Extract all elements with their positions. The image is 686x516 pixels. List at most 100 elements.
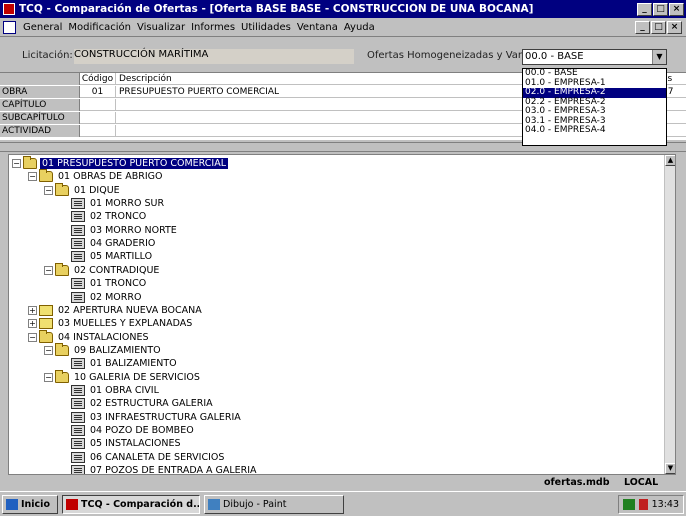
expand-icon[interactable]: + <box>28 305 37 315</box>
doc-minimize-button[interactable]: _ <box>635 21 650 34</box>
ofertas-select-value: 00.0 - BASE <box>525 51 584 62</box>
tree-node[interactable]: − 09 BALIZAMIENTO <box>44 342 163 357</box>
expand-icon[interactable]: + <box>28 319 37 329</box>
scroll-up-icon[interactable]: ▲ <box>665 155 675 166</box>
tree-node[interactable]: 02 TRONCO <box>60 210 148 223</box>
tree-node-label: 01 OBRAS DE ABRIGO <box>58 171 163 183</box>
tree-node[interactable]: 01 MORRO SUR <box>60 197 166 210</box>
tree-node[interactable]: 02 MORRO <box>60 291 143 304</box>
task-tcq[interactable]: TCQ - Comparación d... <box>62 495 200 514</box>
menu-ayuda[interactable]: Ayuda <box>341 22 378 33</box>
menu-visualizar[interactable]: Visualizar <box>134 22 188 33</box>
start-button[interactable]: Inicio <box>2 495 58 514</box>
tree-node[interactable]: 01 TRONCO <box>60 277 148 290</box>
description-cell: PRESUPUESTO PUERTO COMERCIAL <box>119 87 280 97</box>
tree-node[interactable]: +03 MUELLES Y EXPLANADAS <box>28 317 194 330</box>
menu-informes[interactable]: Informes <box>188 22 238 33</box>
tree-node-label: 03 MORRO NORTE <box>90 224 177 236</box>
tree-node[interactable]: 02 ESTRUCTURA GALERIA <box>60 397 215 410</box>
tree-node-label: 07 POZOS DE ENTRADA A GALERIA <box>90 465 257 475</box>
status-database: ofertas.mdb <box>544 477 610 488</box>
menu-ventana[interactable]: Ventana <box>294 22 341 33</box>
tree-node-label: 02 TRONCO <box>90 211 147 223</box>
close-button[interactable]: × <box>669 2 684 16</box>
tree-node[interactable]: 06 CANALETA DE SERVICIOS <box>60 451 226 464</box>
description-cell <box>117 125 537 137</box>
tree-node[interactable]: 04 GRADERIO <box>60 237 157 250</box>
clock[interactable]: 13:43 <box>652 499 679 510</box>
folder-open-icon <box>55 342 69 356</box>
folder-open-icon <box>55 262 69 276</box>
item-icon <box>71 411 85 423</box>
level-cell: SUBCAPÍTULO <box>0 112 80 124</box>
licitacion-value: CONSTRUCCIÓN MARÍTIMA <box>74 49 354 64</box>
folder-open-icon <box>55 369 69 383</box>
tree-node-label: 02 MORRO <box>90 291 142 303</box>
tree-node[interactable]: 05 MARTILLO <box>60 250 154 263</box>
item-icon <box>71 451 85 463</box>
tree-node[interactable]: − 01 PRESUPUESTO PUERTO COMERCIAL <box>12 156 228 170</box>
doc-close-button[interactable]: × <box>667 21 682 34</box>
item-icon <box>71 224 85 236</box>
menu-utilidades[interactable]: Utilidades <box>238 22 294 33</box>
status-mode: LOCAL <box>624 477 659 488</box>
grid-header-level <box>0 73 80 85</box>
tree-node[interactable]: 03 MORRO NORTE <box>60 224 179 237</box>
collapse-icon[interactable]: − <box>12 159 21 168</box>
tree-node[interactable]: 03 INFRAESTRUCTURA GALERIA <box>60 411 243 424</box>
collapse-icon[interactable]: − <box>28 332 37 342</box>
tree-node-label: 01 BALIZAMIENTO <box>90 358 177 370</box>
maximize-button[interactable]: □ <box>653 2 668 16</box>
tree-node[interactable]: − 01 OBRAS DE ABRIGO <box>28 169 164 183</box>
tree-node[interactable]: +02 APERTURA NUEVA BOCANA <box>28 304 204 317</box>
item-icon <box>71 211 85 223</box>
shield-icon[interactable] <box>638 499 648 510</box>
tree-node-label: 06 CANALETA DE SERVICIOS <box>90 451 225 463</box>
window-title: TCQ - Comparación de Ofertas - [Oferta B… <box>19 3 534 15</box>
tree-node[interactable]: − 10 GALERIA DE SERVICIOS <box>44 369 202 384</box>
collapse-icon[interactable]: − <box>44 372 53 382</box>
tree-node-label: 04 INSTALACIONES <box>58 331 149 343</box>
minimize-button[interactable]: _ <box>637 2 652 16</box>
folder-open-icon <box>39 169 53 183</box>
tree-node[interactable]: − 02 CONTRADIQUE <box>44 262 161 277</box>
scroll-down-icon[interactable]: ▼ <box>665 463 675 474</box>
collapse-icon[interactable]: − <box>44 345 53 355</box>
tree-node-label: 01 MORRO SUR <box>90 198 165 210</box>
chevron-down-icon[interactable]: ▼ <box>652 50 666 64</box>
document-icon[interactable] <box>3 20 16 34</box>
tree-node-label: 05 MARTILLO <box>90 251 153 263</box>
tree-node[interactable]: − 01 DIQUE <box>44 182 122 197</box>
task-paint[interactable]: Dibujo - Paint <box>204 495 344 514</box>
tree-node[interactable]: − 04 INSTALACIONES <box>28 329 151 344</box>
collapse-icon[interactable]: − <box>28 172 37 182</box>
description-cell <box>117 112 537 124</box>
ofertas-select[interactable]: 00.0 - BASE ▼ <box>522 49 667 65</box>
folder-open-icon <box>55 182 69 196</box>
windows-logo-icon <box>6 499 18 510</box>
level-cell: ACTIVIDAD <box>0 125 80 137</box>
tree-node[interactable]: 04 POZO DE BOMBEO <box>60 424 196 437</box>
menu-modificacion[interactable]: Modificación <box>65 22 134 33</box>
ofertas-option[interactable]: 04.0 - EMPRESA-4 <box>523 125 666 136</box>
tree-node[interactable]: 01 OBRA CIVIL <box>60 384 161 397</box>
menu-general[interactable]: General <box>20 22 65 33</box>
collapse-icon[interactable]: − <box>44 265 53 275</box>
tree-node-label: 01 OBRA CIVIL <box>90 384 159 396</box>
tcq-app-icon <box>66 499 78 510</box>
tree-node[interactable]: 01 BALIZAMIENTO <box>60 357 179 370</box>
tree-node-label: 05 INSTALACIONES <box>90 438 181 450</box>
tree-node-label: 01 TRONCO <box>90 278 147 290</box>
description-cell <box>117 99 537 111</box>
vertical-scrollbar[interactable]: ▲ ▼ <box>664 155 675 474</box>
network-icon[interactable] <box>622 499 635 510</box>
code-cell: 01 <box>80 86 116 98</box>
tree-node[interactable]: 05 INSTALACIONES <box>60 437 183 450</box>
folder-open-icon <box>39 329 53 343</box>
app-icon[interactable] <box>3 3 15 15</box>
item-icon <box>71 398 85 410</box>
item-icon <box>71 291 85 303</box>
tree-node[interactable]: 07 POZOS DE ENTRADA A GALERIA <box>60 464 259 475</box>
doc-maximize-button[interactable]: □ <box>651 21 666 34</box>
collapse-icon[interactable]: − <box>44 185 53 195</box>
